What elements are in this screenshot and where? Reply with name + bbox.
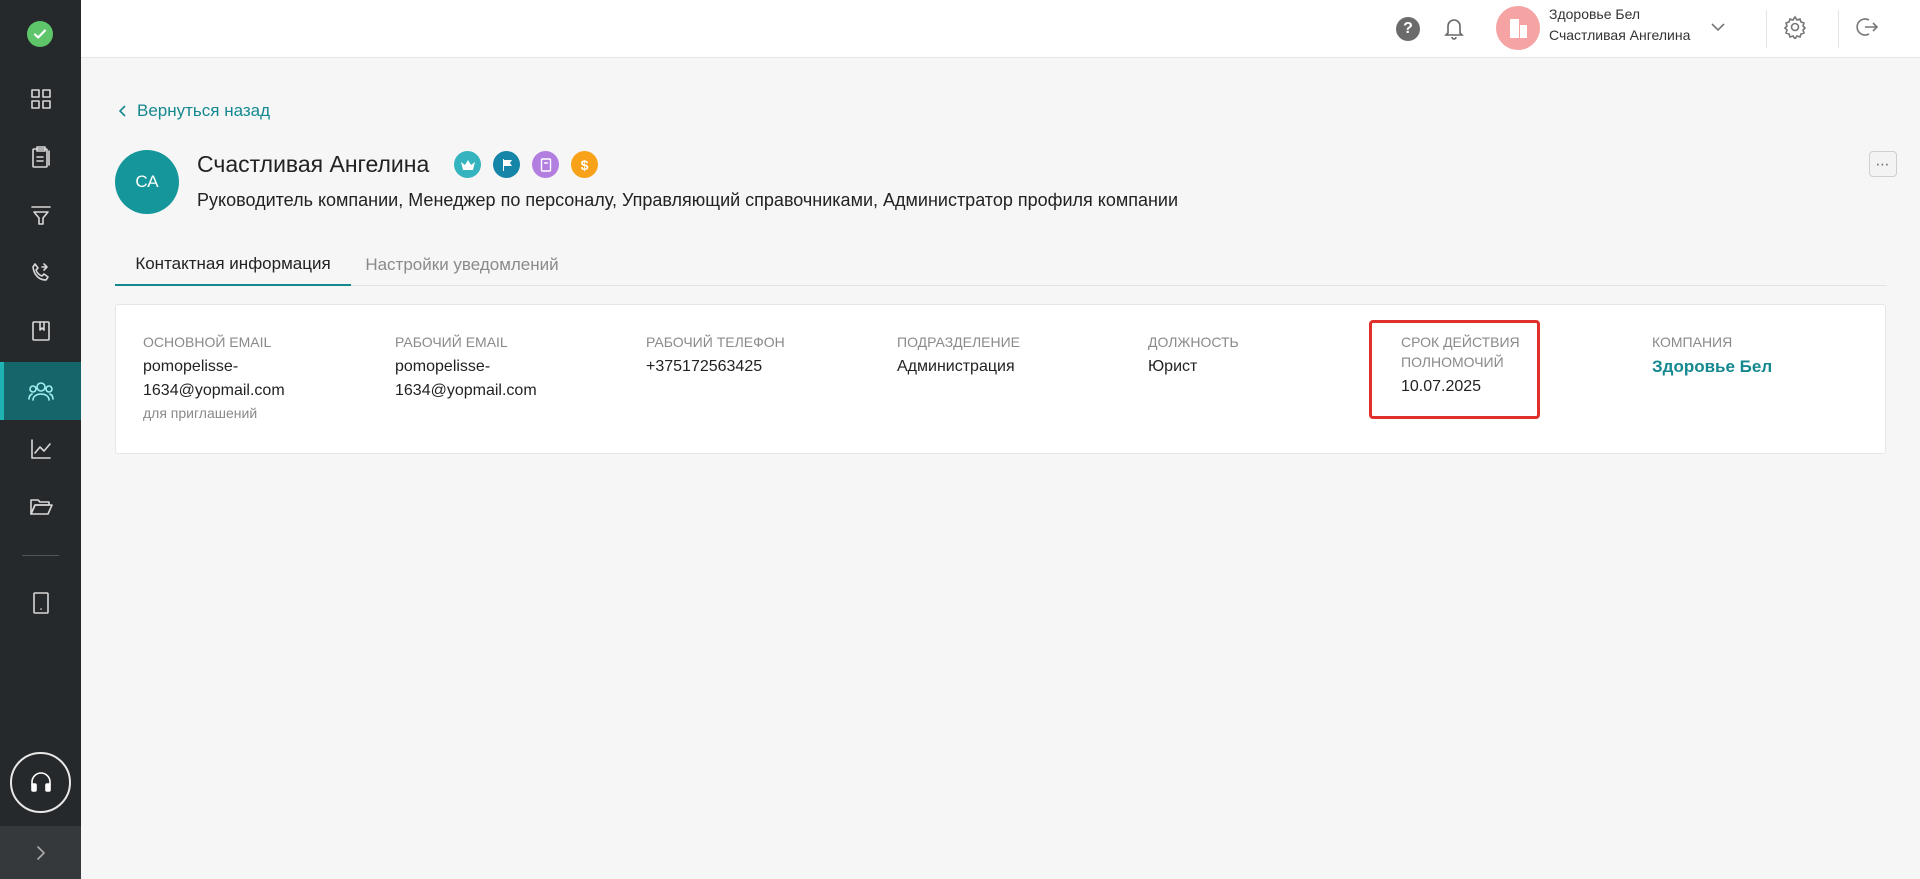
help-icon[interactable]: ?	[1396, 17, 1420, 41]
main-email-field: Основной Email pomopelisse- 1634@yopmail…	[143, 332, 353, 421]
gear-icon[interactable]	[1783, 15, 1807, 44]
sidebar-item-filter[interactable]	[0, 186, 81, 244]
sidebar-item-analytics[interactable]	[0, 420, 81, 478]
sidebar-item-dashboard[interactable]	[0, 70, 81, 128]
position-label: Должность	[1148, 334, 1239, 350]
topbar-divider	[1838, 10, 1839, 48]
dashboard-icon	[30, 89, 51, 109]
work-email-label: Рабочий Email	[395, 334, 508, 350]
user-name: Счастливая Ангелина	[197, 151, 430, 177]
back-link[interactable]: Вернуться назад	[117, 101, 270, 121]
work-phone-value[interactable]: +375172563425	[646, 355, 856, 379]
authority-term-value: 10.07.2025	[1401, 378, 1482, 395]
sidebar-item-directory[interactable]	[0, 302, 81, 360]
bell-icon[interactable]	[1443, 16, 1465, 45]
document-icon	[532, 151, 559, 178]
crown-icon	[454, 151, 481, 178]
dollar-icon: $	[571, 151, 598, 178]
work-phone-field: Рабочий телефон +375172563425	[646, 332, 856, 379]
tab-bar: Контактная информация Настройки уведомле…	[115, 243, 1887, 286]
support-button[interactable]	[10, 752, 71, 813]
top-bar: ? Здоровье Бел Счастливая Ангелина	[81, 0, 1920, 58]
back-link-label: Вернуться назад	[137, 101, 271, 120]
department-value: Администрация	[897, 358, 1015, 375]
department-field: Подразделение Администрация	[897, 332, 1107, 379]
sidebar-divider	[22, 555, 59, 556]
chevron-left-icon	[118, 105, 126, 117]
sidebar-item-documents[interactable]	[0, 478, 81, 536]
work-email-value[interactable]: pomopelisse- 1634@yopmail.com	[395, 355, 605, 403]
org-name[interactable]: Здоровье Бел	[1549, 6, 1640, 22]
sidebar	[0, 0, 81, 879]
org-avatar[interactable]	[1496, 6, 1540, 50]
current-user-name[interactable]: Счастливая Ангелина	[1549, 27, 1690, 43]
logout-icon[interactable]	[1853, 15, 1879, 44]
sidebar-item-mobile[interactable]	[0, 574, 81, 632]
clipboard-icon	[31, 146, 50, 168]
main-email-hint: для приглашений	[143, 405, 258, 421]
company-field: Компания Здоровье Бел	[1652, 332, 1862, 380]
chevron-right-icon	[36, 845, 45, 860]
authority-term-label: Срок действия полномочий	[1401, 334, 1520, 370]
work-phone-label: Рабочий телефон	[646, 334, 785, 350]
sidebar-expand-button[interactable]	[0, 826, 81, 879]
user-avatar: СА	[115, 150, 179, 214]
sidebar-item-users[interactable]	[0, 362, 81, 420]
logo-check-icon[interactable]	[27, 21, 53, 47]
work-email-field: Рабочий Email pomopelisse- 1634@yopmail.…	[395, 332, 605, 403]
chart-icon	[30, 439, 51, 459]
main-email-value[interactable]: pomopelisse- 1634@yopmail.com	[143, 355, 353, 403]
user-roles: Руководитель компании, Менеджер по персо…	[197, 190, 1179, 210]
company-link[interactable]: Здоровье Бел	[1652, 357, 1772, 376]
more-options-button[interactable]: ⋯	[1869, 151, 1897, 177]
flag-icon	[493, 151, 520, 178]
book-icon	[31, 321, 50, 341]
phone-icon	[31, 263, 49, 281]
filter-icon	[30, 206, 51, 225]
chevron-down-icon[interactable]	[1710, 19, 1726, 40]
sidebar-item-calls[interactable]	[0, 244, 81, 302]
headset-icon	[30, 771, 51, 792]
position-value: Юрист	[1148, 358, 1198, 375]
sidebar-item-requests[interactable]	[0, 128, 81, 186]
position-field: Должность Юрист	[1148, 332, 1358, 379]
tab-contact-info[interactable]: Контактная информация	[115, 243, 351, 286]
main-email-label: Основной Email	[143, 334, 272, 350]
authority-term-field: Срок действия полномочий 10.07.2025	[1401, 332, 1611, 399]
building-icon	[1510, 19, 1527, 38]
tablet-icon	[32, 592, 49, 614]
department-label: Подразделение	[897, 334, 1021, 350]
topbar-divider	[1766, 10, 1767, 48]
role-badges: $	[454, 151, 598, 178]
company-label: Компания	[1652, 334, 1733, 350]
contact-info-card: Основной Email pomopelisse- 1634@yopmail…	[115, 304, 1886, 454]
tab-notification-settings[interactable]: Настройки уведомлений	[351, 243, 573, 286]
users-icon	[27, 382, 54, 401]
folder-icon	[29, 499, 53, 515]
